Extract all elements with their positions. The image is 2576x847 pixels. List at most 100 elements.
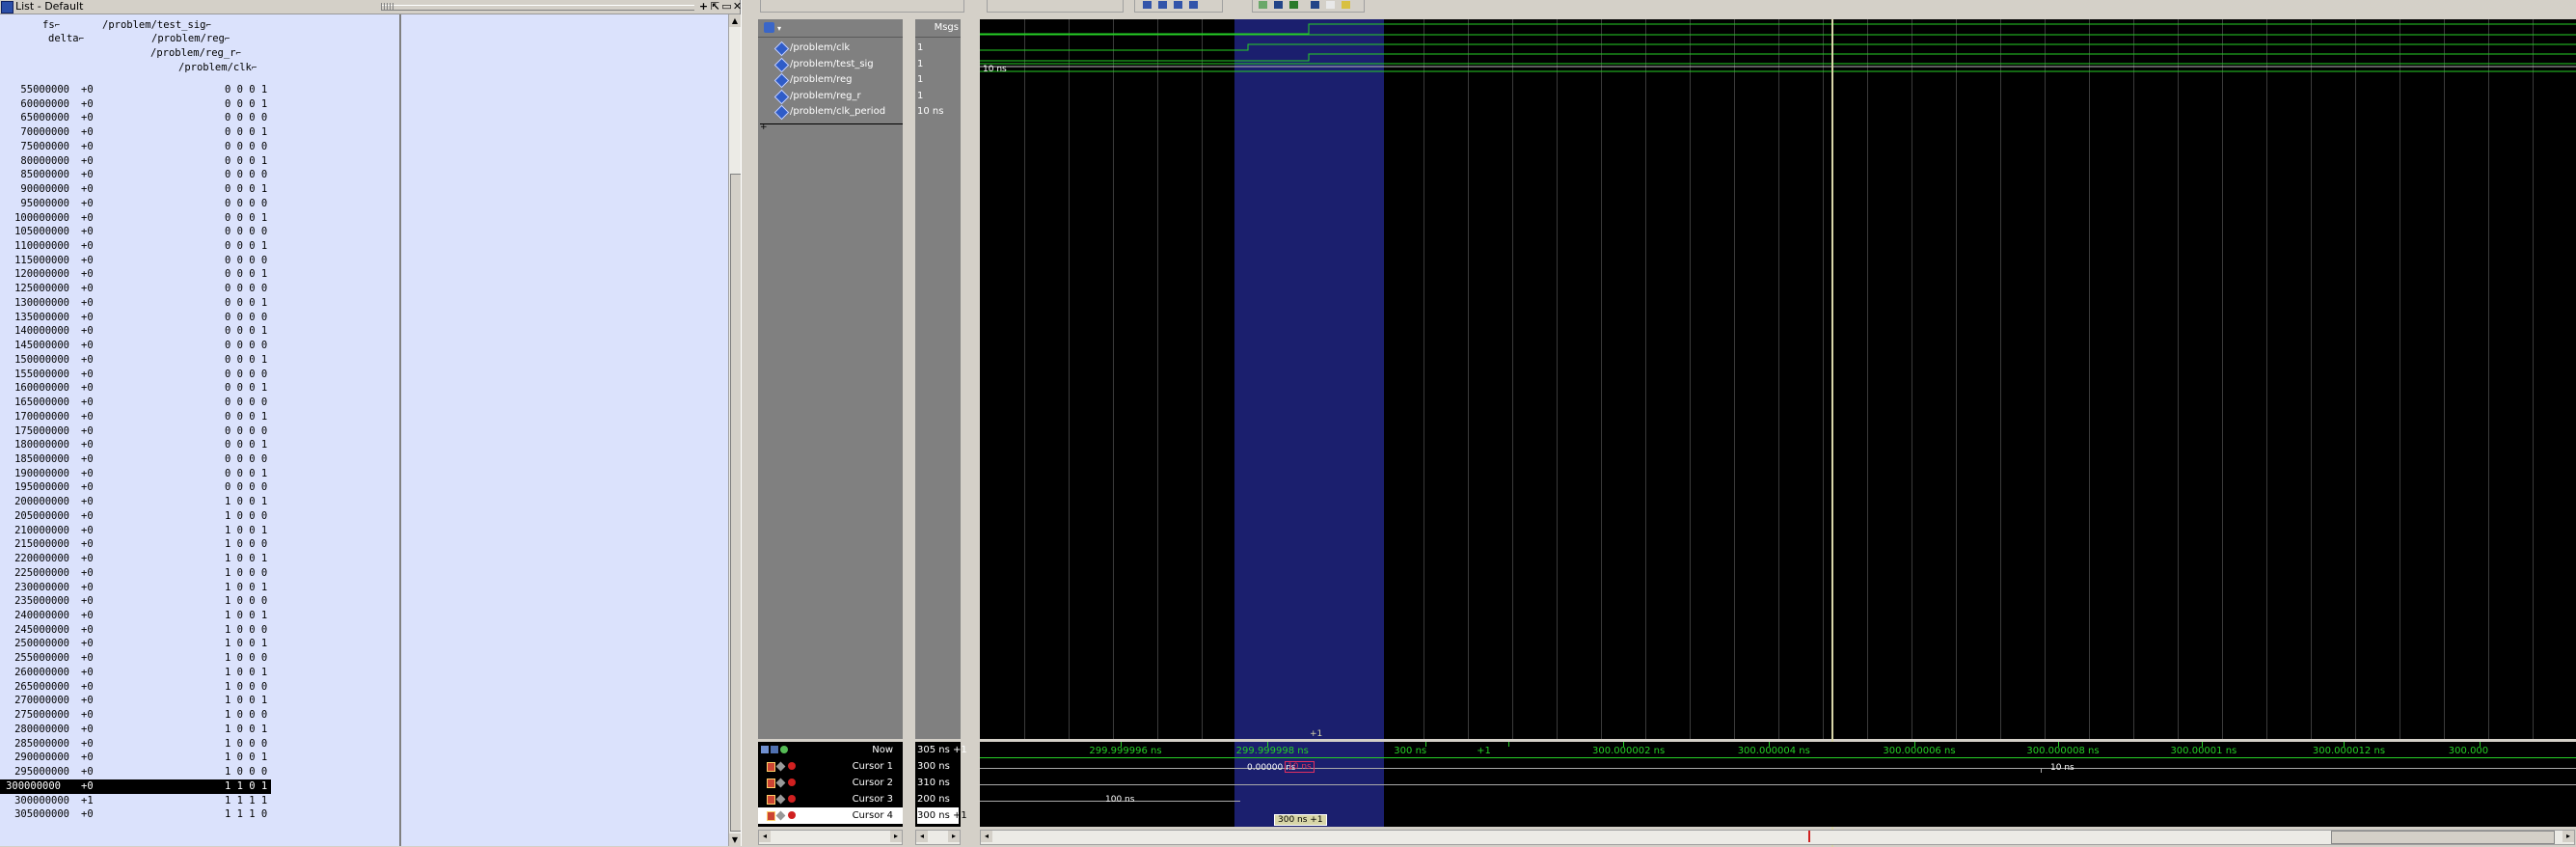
- toolbar-group-find[interactable]: [987, 0, 1124, 13]
- undock-icon[interactable]: ⇱: [710, 1, 720, 12]
- signal-row[interactable]: /problem/reg_r: [758, 88, 903, 104]
- list-row[interactable]: 305000000 +0 1 1 1 0: [0, 807, 280, 822]
- cursor-row[interactable]: Cursor 4: [758, 807, 903, 824]
- wave-hscroll[interactable]: ◂ ▸: [980, 830, 2575, 845]
- list-row[interactable]: 195000000 +0 0 0 0 0: [0, 480, 280, 495]
- wave-scroll-right[interactable]: ▸: [2562, 831, 2574, 842]
- list-row[interactable]: 175000000 +0 0 0 0 0: [0, 424, 280, 439]
- list-row[interactable]: 65000000 +0 0 0 0 0: [0, 111, 280, 125]
- list-row[interactable]: 140000000 +0 0 0 0 1: [0, 324, 280, 339]
- cursor-lock-icon[interactable]: [767, 779, 775, 788]
- reg-r-wave[interactable]: [980, 53, 2576, 62]
- list-row[interactable]: 215000000 +0 1 0 0 0: [0, 537, 280, 552]
- wave-split-icon[interactable]: [1274, 1, 1283, 9]
- cursor-delete-icon[interactable]: [788, 762, 796, 770]
- reg-wave[interactable]: [980, 43, 2576, 51]
- header-reg[interactable]: /problem/reg⌐: [151, 33, 230, 46]
- list-row[interactable]: 280000000 +0 1 0 0 1: [0, 723, 280, 737]
- list-row[interactable]: 120000000 +0 0 0 0 1: [0, 267, 280, 282]
- zoom-cursor-icon[interactable]: [1189, 1, 1198, 9]
- header-fs[interactable]: fs⌐: [42, 19, 60, 33]
- list-column-divider[interactable]: [399, 14, 401, 846]
- list-row[interactable]: 75000000 +0 0 0 0 0: [0, 140, 280, 154]
- names-hscroll[interactable]: ◂ ▸: [758, 830, 903, 845]
- header-reg-r[interactable]: /problem/reg_r⌐: [150, 47, 241, 61]
- zoom-in-icon[interactable]: [1143, 1, 1152, 9]
- list-row[interactable]: 60000000 +0 0 0 0 1: [0, 97, 280, 112]
- list-row[interactable]: 240000000 +0 1 0 0 1: [0, 609, 280, 623]
- list-row[interactable]: 285000000 +0 1 0 0 0: [0, 737, 280, 751]
- list-row[interactable]: 255000000 +0 1 0 0 0: [0, 651, 280, 666]
- list-row[interactable]: 225000000 +0 1 0 0 0: [0, 566, 280, 581]
- list-row[interactable]: 230000000 +0 1 0 0 1: [0, 581, 280, 595]
- list-row[interactable]: 55000000 +0 0 0 0 1: [0, 83, 280, 97]
- cursor-row[interactable]: Cursor 1: [758, 758, 903, 775]
- dropdown-arrow-icon[interactable]: ▾: [777, 24, 781, 33]
- list-row[interactable]: 205000000 +0 1 0 0 0: [0, 509, 280, 524]
- toolbar-group-wave[interactable]: [1252, 0, 1365, 13]
- list-row[interactable]: 220000000 +0 1 0 0 1: [0, 552, 280, 566]
- cursor-row[interactable]: Cursor 2: [758, 775, 903, 791]
- toolbar-group-edit[interactable]: [760, 0, 964, 13]
- values-scroll-right[interactable]: ▸: [948, 831, 960, 842]
- list-row[interactable]: 200000000 +0 1 0 0 1: [0, 495, 280, 509]
- list-row[interactable]: 90000000 +0 0 0 0 1: [0, 182, 280, 197]
- list-row[interactable]: 70000000 +0 0 0 0 1: [0, 125, 280, 140]
- list-row[interactable]: 260000000 +0 1 0 0 1: [0, 666, 280, 680]
- list-row[interactable]: 295000000 +0 1 0 0 0: [0, 765, 280, 779]
- wave-scroll-thumb[interactable]: [2331, 831, 2555, 844]
- signal-row[interactable]: /problem/reg: [758, 71, 903, 89]
- cursor-edit-icon[interactable]: [775, 810, 786, 821]
- values-scroll-left[interactable]: ◂: [916, 831, 928, 842]
- list-row[interactable]: 150000000 +0 0 0 0 1: [0, 353, 280, 368]
- waveform-display[interactable]: 10 ns +1: [980, 19, 2576, 739]
- names-scroll-right[interactable]: ▸: [890, 831, 902, 842]
- cursor-snap-icon[interactable]: [780, 746, 788, 753]
- list-row[interactable]: 235000000 +0 1 0 0 0: [0, 594, 280, 609]
- header-test-sig[interactable]: /problem/test_sig⌐: [102, 19, 211, 33]
- list-row[interactable]: 270000000 +0 1 0 0 1: [0, 694, 280, 708]
- cursor-value[interactable]: 300 ns +1: [917, 807, 967, 824]
- toolbar-group-zoom[interactable]: [1134, 0, 1223, 13]
- wave-search-icon[interactable]: [764, 22, 774, 33]
- list-row[interactable]: 300000000 +0 1 1 0 1: [0, 779, 271, 794]
- header-clk[interactable]: /problem/clk⌐: [178, 62, 257, 75]
- restore-icon[interactable]: ▭: [721, 1, 732, 12]
- list-row[interactable]: 250000000 +0 1 0 0 1: [0, 637, 280, 651]
- list-row[interactable]: 155000000 +0 0 0 0 0: [0, 368, 280, 382]
- wave-color-icon[interactable]: [1289, 1, 1298, 9]
- list-row[interactable]: 210000000 +0 1 0 0 1: [0, 524, 280, 538]
- signal-row[interactable]: /problem/clk_period: [758, 103, 903, 121]
- active-cursor-line[interactable]: [1831, 19, 1833, 847]
- list-row[interactable]: 95000000 +0 0 0 0 0: [0, 197, 280, 211]
- cursor-value[interactable]: 200 ns: [917, 791, 950, 807]
- wave-bookmark-icon[interactable]: [1342, 1, 1350, 9]
- cursor-delete-icon[interactable]: [788, 795, 796, 803]
- list-row[interactable]: 80000000 +0 0 0 0 1: [0, 154, 280, 169]
- cursor-lock-icon[interactable]: [767, 795, 775, 805]
- list-row[interactable]: 185000000 +0 0 0 0 0: [0, 452, 280, 467]
- wave-doc-icon[interactable]: [1326, 1, 1335, 9]
- titlebar-grip-dots[interactable]: [381, 3, 394, 11]
- active-cursor-box[interactable]: 300 ns +1: [1274, 814, 1327, 826]
- list-row[interactable]: 170000000 +0 0 0 0 1: [0, 410, 280, 424]
- wave-format-icon[interactable]: [1259, 1, 1267, 9]
- zoom-full-icon[interactable]: [1174, 1, 1182, 9]
- list-row[interactable]: 165000000 +0 0 0 0 0: [0, 396, 280, 410]
- titlebar-grip[interactable]: [381, 5, 694, 11]
- values-wave-divider[interactable]: [961, 19, 980, 739]
- cursor-timeline[interactable]: 299.999996 ns 299.999998 ns 300 ns +1 300.00…: [980, 742, 2576, 827]
- cursor-add-icon[interactable]: [771, 746, 778, 753]
- list-row[interactable]: 110000000 +0 0 0 0 1: [0, 239, 280, 254]
- list-row[interactable]: 85000000 +0 0 0 0 0: [0, 168, 280, 182]
- wave-layout-icon[interactable]: [1311, 1, 1319, 9]
- names-values-divider[interactable]: [903, 19, 905, 739]
- list-row[interactable]: 105000000 +0 0 0 0 0: [0, 225, 280, 239]
- list-row[interactable]: 100000000 +0 0 0 0 1: [0, 211, 280, 226]
- list-row[interactable]: 300000000 +1 1 1 1 1: [0, 794, 280, 808]
- signal-row[interactable]: /problem/test_sig: [758, 56, 903, 72]
- cursor-row[interactable]: Cursor 3: [758, 791, 903, 807]
- cursor-value[interactable]: 300 ns: [917, 758, 950, 775]
- scroll-down-button[interactable]: ▼: [729, 833, 741, 846]
- list-row[interactable]: 145000000 +0 0 0 0 0: [0, 339, 280, 353]
